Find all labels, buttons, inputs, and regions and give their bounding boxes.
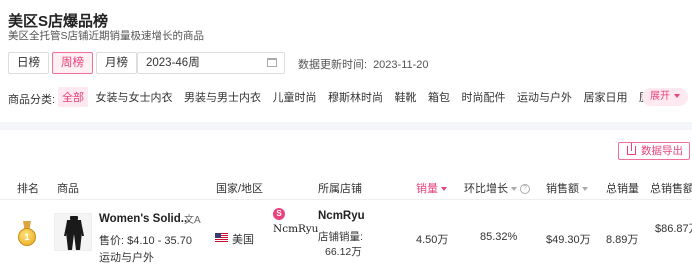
week-picker-value: 2023-46周: [146, 57, 200, 69]
col-growth-label: 环比增长: [464, 183, 508, 195]
country-name: 美国: [232, 234, 254, 246]
category-shoes[interactable]: 鞋靴: [391, 87, 421, 107]
shop-logo[interactable]: NcmRyu: [273, 223, 318, 235]
product-thumbnail: [55, 214, 91, 250]
growth-value: 85.32%: [480, 231, 518, 243]
category-womens[interactable]: 女装与女士内衣: [92, 87, 177, 107]
period-tabs: 日榜 周榜 月榜: [8, 52, 140, 74]
category-mens[interactable]: 男装与男士内衣: [180, 87, 265, 107]
category-label: 商品分类:: [8, 94, 56, 106]
product-name[interactable]: Women's Solid...: [99, 213, 190, 225]
update-time-label: 数据更新时间:: [298, 59, 368, 71]
category-muslim[interactable]: 穆斯林时尚: [324, 87, 387, 107]
category-home[interactable]: 居家日用: [580, 87, 632, 107]
col-rank: 排名: [17, 183, 39, 195]
week-picker[interactable]: 2023-46周: [137, 52, 285, 74]
category-kids[interactable]: 儿童时尚: [269, 87, 321, 107]
category-accessories[interactable]: 时尚配件: [458, 87, 510, 107]
tab-weekly[interactable]: 周榜: [52, 52, 93, 74]
help-icon[interactable]: ?: [520, 184, 530, 195]
tab-daily[interactable]: 日榜: [8, 52, 49, 74]
us-flag-icon: [215, 233, 228, 242]
table-row: 1 Women's Solid... 文A 售价: $4.10 - 35.70 …: [0, 201, 692, 273]
category-sports[interactable]: 运动与户外: [513, 87, 576, 107]
section-divider: [0, 122, 692, 130]
col-total-sales: 总销量: [606, 183, 639, 195]
sort-icon: [511, 187, 517, 192]
col-revenue-label: 销售额: [546, 183, 579, 195]
table-header: 排名 商品 国家/地区 所属店铺 销量 环比增长? 销售额 总销量 总销售额: [0, 172, 692, 200]
export-icon: [627, 143, 636, 155]
col-sales-sort[interactable]: 销量: [416, 180, 447, 196]
page-subtitle: 美区全托管S店铺近期销量极速增长的商品: [8, 30, 205, 42]
sales-value: 4.50万: [416, 234, 449, 246]
product-price: 售价: $4.10 - 35.70: [99, 235, 192, 247]
sort-desc-icon: [441, 187, 447, 192]
shop-type-badge: S: [273, 208, 285, 220]
export-data-button[interactable]: 数据导出: [618, 142, 690, 160]
update-time: 数据更新时间: 2023-11-20: [298, 56, 429, 72]
category-filter: 全部 女装与女士内衣 男装与男士内衣 儿童时尚 穆斯林时尚 鞋靴 箱包 时尚配件…: [58, 87, 691, 107]
export-label: 数据导出: [641, 145, 683, 157]
tab-monthly[interactable]: 月榜: [96, 52, 137, 74]
total-sales-value: 8.89万: [606, 234, 639, 246]
shop-sales-label: 店铺销量:: [318, 231, 363, 243]
update-time-value: 2023-11-20: [373, 59, 429, 71]
category-bags[interactable]: 箱包: [424, 87, 454, 107]
product-image[interactable]: [54, 213, 92, 251]
gold-medal-icon: 1: [17, 221, 37, 247]
product-category: 运动与户外: [99, 252, 154, 264]
expand-label: 展开: [650, 91, 670, 102]
total-revenue-value: $86.87万: [655, 223, 692, 235]
sort-icon: [582, 187, 588, 192]
chevron-down-icon: [674, 94, 680, 99]
category-all[interactable]: 全部: [58, 87, 88, 107]
shop-name[interactable]: NcmRyu: [318, 210, 365, 222]
col-sales-label: 销量: [416, 183, 438, 195]
col-total-revenue: 总销售额: [650, 183, 692, 195]
shop-sales-value: 66.12万: [325, 246, 362, 258]
calendar-icon: [267, 58, 277, 67]
translate-icon[interactable]: 文A: [184, 211, 201, 226]
col-product: 商品: [57, 183, 79, 195]
col-growth-sort[interactable]: 环比增长?: [464, 180, 530, 196]
revenue-value: $49.30万: [546, 234, 591, 246]
col-country: 国家/地区: [216, 183, 264, 195]
rank-number: 1: [18, 228, 36, 246]
col-revenue-sort[interactable]: 销售额: [546, 180, 588, 196]
expand-categories-button[interactable]: 展开: [642, 88, 688, 106]
col-shop: 所属店铺: [318, 183, 362, 195]
